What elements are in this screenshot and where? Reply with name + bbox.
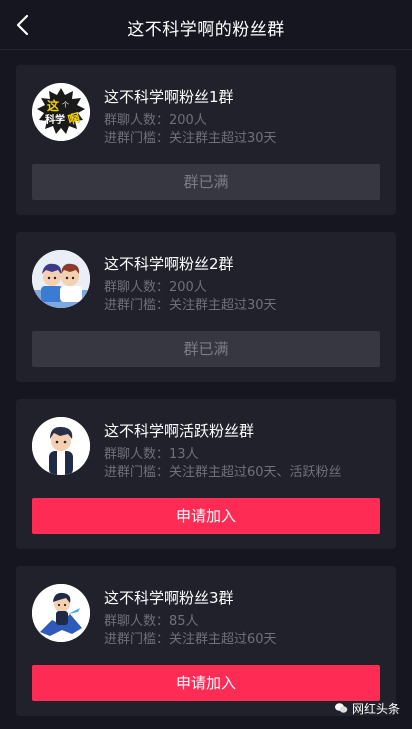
member-count-label: 群聊人数： xyxy=(104,113,170,128)
threshold-label: 进群门槛： xyxy=(104,131,170,146)
member-count-value: 85人 xyxy=(169,614,199,629)
group-threshold: 进群门槛：关注群主超过30天 xyxy=(104,294,277,313)
threshold-value: 关注群主超过30天 xyxy=(169,298,277,313)
group-avatar xyxy=(32,417,90,475)
apply-join-button[interactable]: 申请加入 xyxy=(32,498,380,534)
wechat-icon xyxy=(334,701,348,715)
member-count-label: 群聊人数： xyxy=(104,614,170,629)
group-full-button[interactable]: 群已满 xyxy=(32,331,380,367)
page-title: 这不科学啊的粉丝群 xyxy=(127,20,285,40)
group-card: 这不科学啊粉丝3群 群聊人数：85人 进群门槛：关注群主超过60天 申请加入 xyxy=(16,566,396,716)
member-count-label: 群聊人数： xyxy=(104,280,170,295)
group-member-count: 群聊人数：13人 xyxy=(104,443,199,462)
threshold-value: 关注群主超过60天 xyxy=(169,632,277,647)
group-card: 这 个 科学 啊 这不科学啊粉丝1群 群聊人数：200人 进群门槛：关注群主超过… xyxy=(16,65,396,215)
group-threshold: 进群门槛：关注群主超过30天 xyxy=(104,127,277,146)
top-nav-bar: 这不科学啊的粉丝群 xyxy=(0,0,412,50)
group-avatar xyxy=(32,584,90,642)
group-avatar xyxy=(32,250,90,308)
cartoon-boy-avatar xyxy=(32,417,90,475)
group-avatar: 这 个 科学 啊 xyxy=(32,83,90,141)
group-member-count: 群聊人数：200人 xyxy=(104,109,207,128)
threshold-label: 进群门槛： xyxy=(104,298,170,313)
group-name: 这不科学啊粉丝3群 xyxy=(104,589,234,607)
cartoon-duo-avatar xyxy=(32,250,90,308)
group-card: 这不科学啊粉丝2群 群聊人数：200人 进群门槛：关注群主超过30天 群已满 xyxy=(16,232,396,382)
member-count-value: 200人 xyxy=(169,280,207,295)
group-member-count: 群聊人数：200人 xyxy=(104,276,207,295)
group-full-button[interactable]: 群已满 xyxy=(32,164,380,200)
svg-text:科学: 科学 xyxy=(45,113,65,126)
apply-join-button[interactable]: 申请加入 xyxy=(32,665,380,701)
threshold-label: 进群门槛： xyxy=(104,465,170,480)
threshold-label: 进群门槛： xyxy=(104,632,170,647)
watermark-text: 网红头条 xyxy=(352,702,401,716)
group-name: 这不科学啊活跃粉丝群 xyxy=(104,422,255,440)
threshold-value: 关注群主超过60天、活跃粉丝 xyxy=(169,465,342,480)
group-name: 这不科学啊粉丝2群 xyxy=(104,255,234,273)
logo-badge-avatar: 这 个 科学 啊 xyxy=(32,83,90,141)
svg-text:个: 个 xyxy=(62,101,69,109)
group-card: 这不科学啊活跃粉丝群 群聊人数：13人 进群门槛：关注群主超过60天、活跃粉丝 … xyxy=(16,399,396,549)
watermark: 网红头条 xyxy=(334,700,400,718)
cartoon-hero-avatar xyxy=(32,584,90,642)
group-threshold: 进群门槛：关注群主超过60天 xyxy=(104,628,277,647)
svg-text:这: 这 xyxy=(47,98,59,113)
member-count-value: 200人 xyxy=(169,113,207,128)
threshold-value: 关注群主超过30天 xyxy=(169,131,277,146)
group-name: 这不科学啊粉丝1群 xyxy=(104,88,234,106)
group-member-count: 群聊人数：85人 xyxy=(104,610,199,629)
member-count-value: 13人 xyxy=(169,447,199,462)
member-count-label: 群聊人数： xyxy=(104,447,170,462)
group-threshold: 进群门槛：关注群主超过60天、活跃粉丝 xyxy=(104,461,342,480)
